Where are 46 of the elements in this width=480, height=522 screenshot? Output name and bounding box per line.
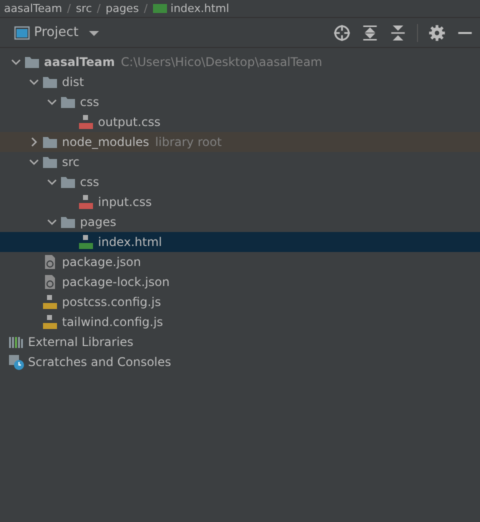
json-file-icon xyxy=(42,274,58,290)
js-file-icon xyxy=(42,294,58,310)
collapse-all-icon[interactable] xyxy=(389,24,407,42)
tree-item[interactable]: input.css xyxy=(0,192,480,212)
tree-item[interactable]: package.json xyxy=(0,252,480,272)
folder-icon xyxy=(60,214,76,230)
html-file-icon xyxy=(78,234,94,250)
tree-item[interactable]: output.css xyxy=(0,112,480,132)
folder-icon xyxy=(42,154,58,170)
js-file-icon xyxy=(42,314,58,330)
breadcrumb-item[interactable]: pages xyxy=(106,0,139,17)
breadcrumb-item[interactable]: src xyxy=(76,0,92,17)
locate-icon[interactable] xyxy=(333,24,351,42)
window-icon xyxy=(14,24,30,40)
breadcrumb-separator: / xyxy=(144,1,148,17)
tree-item[interactable]: css xyxy=(0,172,480,192)
css-file-icon xyxy=(78,114,94,130)
tree-item[interactable]: External Libraries xyxy=(0,332,480,352)
json-file-icon xyxy=(42,254,58,270)
folder-icon xyxy=(60,174,76,190)
breadcrumb-separator: / xyxy=(67,1,71,17)
tree-item[interactable]: Scratches and Consoles xyxy=(0,352,480,372)
css-file-icon xyxy=(78,194,94,210)
expand-all-icon[interactable] xyxy=(361,24,379,42)
settings-icon[interactable] xyxy=(428,24,446,42)
folder-icon xyxy=(42,134,58,150)
folder-icon xyxy=(42,74,58,90)
tree-item[interactable]: aasalTeam C:\Users\Hico\Desktop\aasalTeam xyxy=(0,52,480,72)
tree-item[interactable]: package-lock.json xyxy=(0,272,480,292)
tree-item[interactable]: index.html xyxy=(0,232,480,252)
tree-item[interactable]: postcss.config.js xyxy=(0,292,480,312)
tree-item[interactable]: dist xyxy=(0,72,480,92)
html-file-icon xyxy=(152,4,167,13)
breadcrumb-item[interactable]: index.html xyxy=(170,0,230,17)
breadcrumb-separator: / xyxy=(96,1,101,17)
libraries-icon xyxy=(8,334,24,350)
tree-item[interactable]: tailwind.config.js xyxy=(0,312,480,332)
tree-item[interactable]: pages xyxy=(0,212,480,232)
tree-item[interactable]: css xyxy=(0,92,480,112)
tree-item[interactable]: src xyxy=(0,152,480,172)
scratches-icon xyxy=(8,354,24,370)
panel-title[interactable]: Project xyxy=(34,22,78,42)
tree-item[interactable]: node_modules library root xyxy=(0,132,480,152)
breadcrumb-item[interactable]: aasalTeam xyxy=(4,0,62,17)
folder-icon xyxy=(60,94,76,110)
folder-icon xyxy=(24,54,40,70)
